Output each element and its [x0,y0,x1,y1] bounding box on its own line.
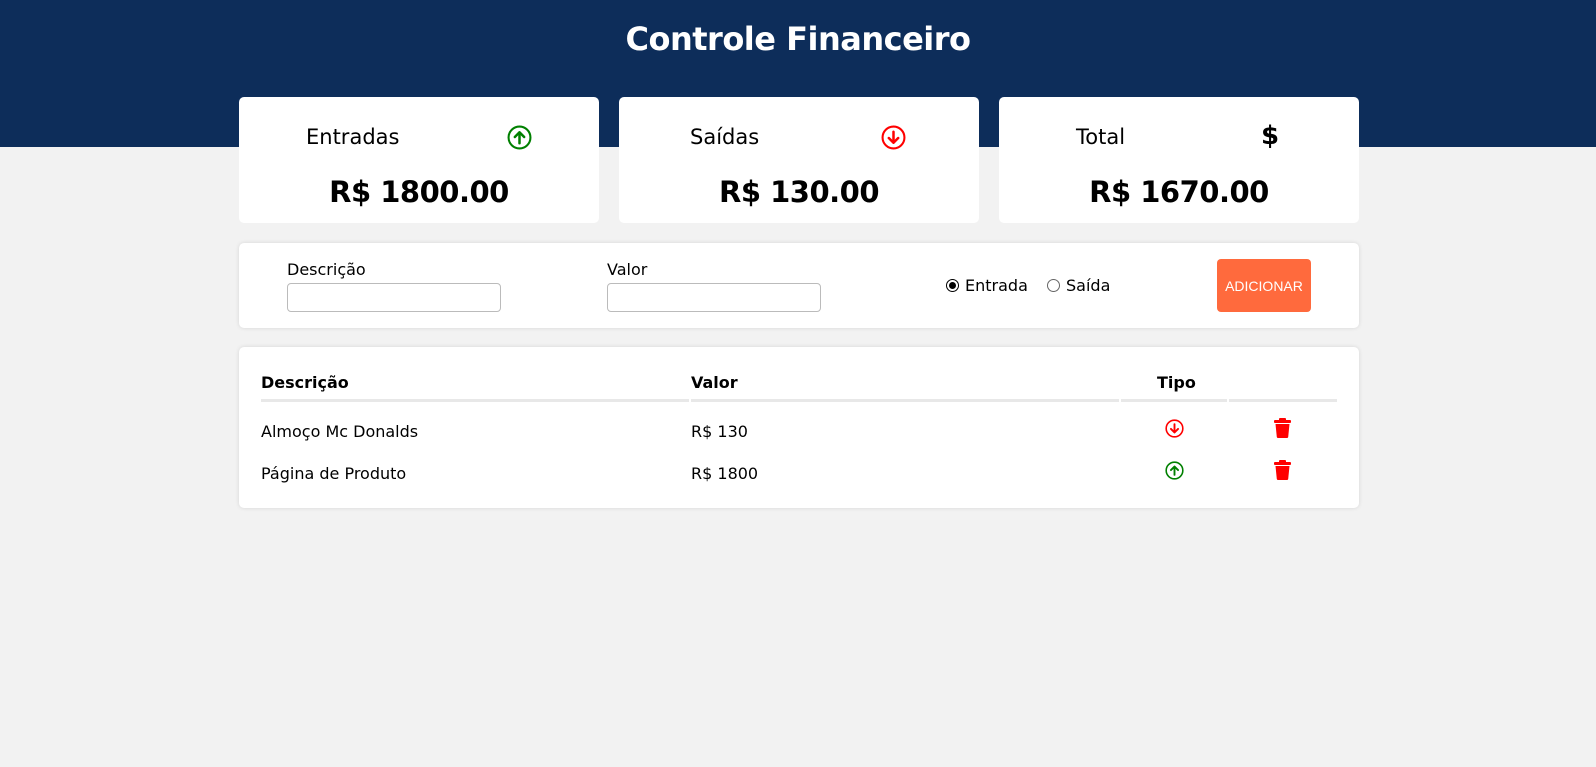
radio-expense-button[interactable] [1047,279,1060,292]
expense-card: Saídas R$ 130.00 [619,97,979,223]
description-input[interactable] [287,283,501,312]
radio-expense[interactable]: Saída [1047,276,1110,295]
total-card: Total $ R$ 1670.00 [999,97,1359,223]
trash-icon[interactable] [1274,418,1291,442]
amount-input[interactable] [607,283,821,312]
arrow-up-circle-icon [507,125,532,154]
row-amount: R$ 1800 [691,464,759,483]
amount-label: Valor [607,260,648,279]
header-divider [261,399,689,402]
radio-income[interactable]: Entrada [946,276,1028,295]
radio-expense-label: Saída [1066,276,1111,295]
header-description: Descrição [261,373,349,392]
row-description: Almoço Mc Donalds [261,422,419,441]
total-label: Total [1076,125,1126,149]
arrow-up-circle-icon [1165,461,1184,484]
header-divider [1121,399,1227,402]
arrow-down-circle-icon [881,125,906,154]
header-divider [1229,399,1337,402]
radio-selected-dot [949,282,956,289]
row-description: Página de Produto [261,464,407,483]
expense-label: Saídas [690,125,760,149]
transaction-form: Descrição Valor Entrada Saída ADICIONAR [239,243,1359,328]
add-button[interactable]: ADICIONAR [1217,259,1311,312]
radio-income-label: Entrada [965,276,1028,295]
total-value: R$ 1670.00 [1089,175,1269,209]
row-amount: R$ 130 [691,422,748,441]
income-card: Entradas R$ 1800.00 [239,97,599,223]
expense-value: R$ 130.00 [718,175,880,209]
header-divider [691,399,1119,402]
transactions-table: Descrição Valor Tipo Almoço Mc Donalds R… [239,347,1359,508]
radio-income-button[interactable] [946,279,959,292]
dollar-icon: $ [1261,121,1280,151]
description-label: Descrição [287,260,366,279]
income-label: Entradas [306,125,400,149]
header-type: Tipo [1157,373,1196,392]
income-value: R$ 1800.00 [329,175,509,209]
arrow-down-circle-icon [1165,419,1184,442]
trash-icon[interactable] [1274,460,1291,484]
app-title: Controle Financeiro [625,20,971,58]
header-amount: Valor [691,373,738,392]
